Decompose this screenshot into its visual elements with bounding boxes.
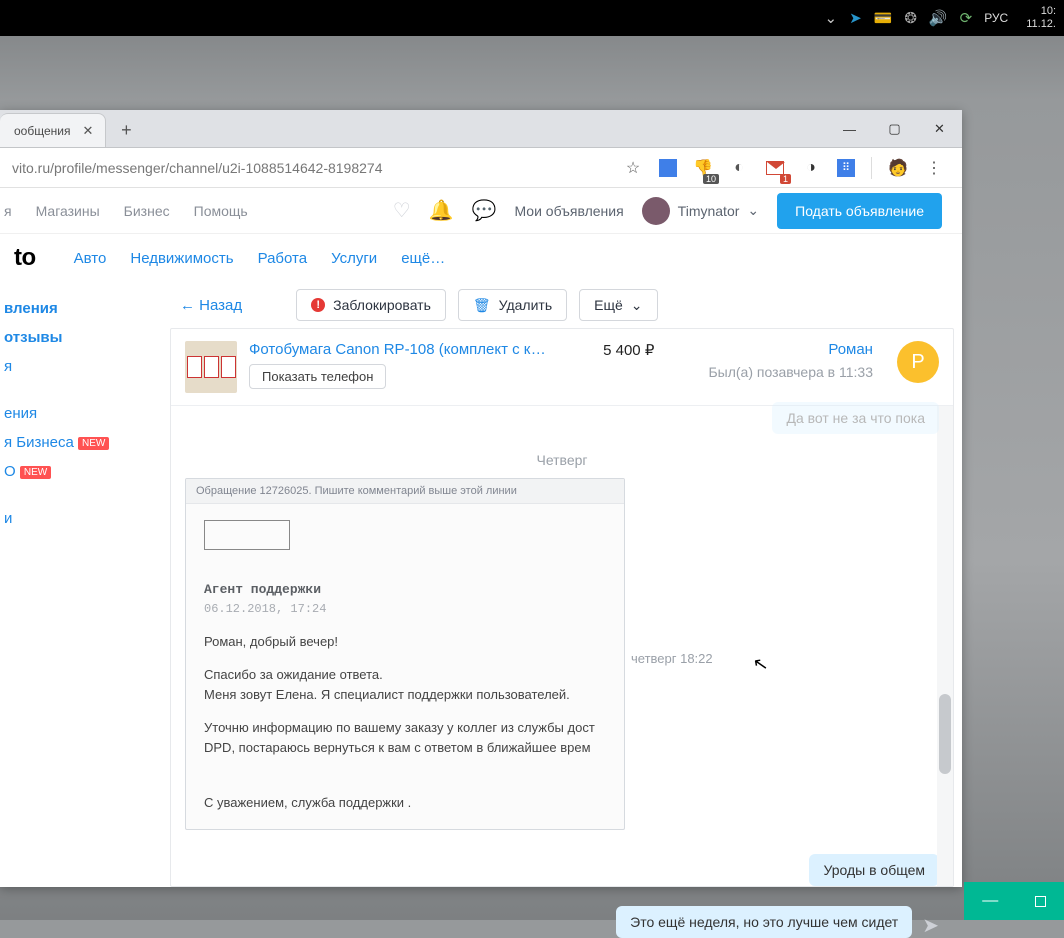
window-icon[interactable] (1035, 896, 1046, 907)
toolbar-icons: ☆ 👎10 ◐ 1 ◑ ⠿ 🧑 ⋮ (613, 157, 954, 179)
back-link[interactable]: ← Назад (180, 297, 242, 314)
product-thumbnail[interactable] (185, 341, 237, 393)
block-button[interactable]: !Заблокировать (296, 289, 446, 321)
heart-icon[interactable]: ♡ (393, 198, 411, 223)
sidebar-item[interactable]: вления (0, 294, 170, 323)
cat-auto[interactable]: Авто (74, 250, 107, 267)
new-tab-button[interactable]: + (112, 116, 140, 144)
email-banner: Обращение 12726025. Пишите комментарий в… (186, 479, 624, 504)
profile-sidebar: вления отзывы я ения я Бизнеса NEW O NEW… (0, 282, 170, 887)
user-menu[interactable]: Timynator ⌄ (642, 197, 759, 225)
nav-link[interactable]: Помощь (194, 203, 248, 219)
chevron-down-icon: ⌄ (747, 202, 759, 219)
card-icon[interactable]: 💳 (874, 9, 893, 27)
reader-ext-icon[interactable]: ◐ (729, 158, 749, 178)
telegram-icon[interactable]: ➤ (849, 9, 862, 27)
email-body: Агент поддержки 06.12.2018, 17:24 Роман,… (186, 504, 624, 829)
seller-info: Роман Был(а) позавчера в 11:33 (708, 341, 873, 380)
message-timestamp: четверг 18:22 (631, 651, 713, 666)
star-icon[interactable]: ☆ (623, 158, 643, 178)
delete-button[interactable]: 🗑Удалить (458, 289, 567, 321)
separator (871, 157, 872, 179)
tab-title: ообщения (14, 124, 70, 138)
browser-toolbar: vito.ru/profile/messenger/channel/u2i-10… (0, 148, 962, 188)
cat-more[interactable]: ещё… (401, 250, 445, 267)
message-bubble-out: Да вот не за что пока (772, 402, 939, 434)
sidebar-item[interactable]: и (0, 504, 170, 533)
maximize-button[interactable]: ▢ (872, 114, 917, 144)
show-phone-button[interactable]: Показать телефон (249, 364, 386, 389)
sound-icon[interactable]: 🔊 (929, 9, 948, 27)
sidebar-item-business[interactable]: я Бизнеса NEW (0, 428, 170, 457)
shield-ext-icon[interactable]: ◑ (801, 158, 821, 178)
seller-avatar[interactable]: Р (897, 341, 939, 383)
sidebar-item[interactable]: я (0, 352, 170, 381)
message-image[interactable]: Обращение 12726025. Пишите комментарий в… (185, 478, 625, 830)
system-taskbar: ⌄ ➤ 💳 ❂ 🔊 ⟳ РУС 10: 11.12. (0, 0, 1064, 36)
post-ad-button[interactable]: Подать объявление (777, 193, 942, 229)
seller-name[interactable]: Роман (708, 341, 873, 358)
message-bubble-out: Это ещё неделя, но это лучше чем сидет (616, 906, 912, 938)
nav-link[interactable]: я (4, 203, 12, 219)
cat-services[interactable]: Услуги (331, 250, 377, 267)
menu-icon[interactable]: ⋮ (924, 158, 944, 178)
site-top-nav: я Магазины Бизнес Помощь ♡ 🔔 💬 Мои объяв… (0, 188, 962, 234)
nav-link[interactable]: Магазины (36, 203, 100, 219)
bell-icon[interactable]: 🔔 (429, 198, 454, 223)
nav-link[interactable]: Бизнес (124, 203, 170, 219)
site-category-nav: to Авто Недвижимость Работа Услуги ещё… (0, 234, 962, 282)
sync-icon[interactable]: ⟳ (960, 9, 973, 27)
calendar-ext-icon[interactable] (659, 159, 677, 177)
chevron-down-icon: ⌄ (631, 297, 643, 314)
sidebar-item[interactable]: отзывы (0, 323, 170, 352)
close-button[interactable]: ✕ (917, 114, 962, 144)
secondary-taskbar[interactable]: — (964, 882, 1064, 920)
system-clock[interactable]: 10: 11.12. (1026, 5, 1056, 30)
chat-header: Фотобумага Canon RP-108 (комплект с карт… (171, 329, 953, 406)
day-separator: Четверг (185, 452, 939, 468)
broken-image-icon (204, 520, 290, 550)
message-bubble-out: Уроды в общем (809, 854, 939, 886)
dislike-ext-icon[interactable]: 👎10 (693, 158, 713, 178)
scrollbar[interactable] (937, 406, 953, 886)
window-controls: — ▢ ✕ (827, 110, 962, 148)
close-icon[interactable]: ✕ (82, 123, 93, 139)
browser-tab[interactable]: ообщения ✕ (0, 113, 106, 147)
browser-window: ообщения ✕ + — ▢ ✕ vito.ru/profile/messe… (0, 110, 962, 887)
cat-jobs[interactable]: Работа (258, 250, 308, 267)
avatar (642, 197, 670, 225)
seller-last-seen: Был(а) позавчера в 11:33 (708, 364, 873, 380)
more-button[interactable]: Ещё⌄ (579, 289, 657, 321)
gmail-ext-icon[interactable]: 1 (765, 158, 785, 178)
messenger-panel: ← Назад !Заблокировать 🗑Удалить Ещё⌄ Фот… (170, 282, 962, 887)
minimize-icon[interactable]: — (982, 892, 998, 910)
product-link[interactable]: Фотобумага Canon RP-108 (комплект с карт… (249, 341, 549, 358)
page-content: вления отзывы я ения я Бизнеса NEW O NEW… (0, 282, 962, 887)
steam-icon[interactable]: ❂ (904, 9, 917, 27)
chat-icon[interactable]: 💬 (472, 198, 497, 223)
sidebar-item-o[interactable]: O NEW (0, 457, 170, 486)
my-ads-link[interactable]: Мои объявления (514, 203, 623, 219)
address-bar[interactable]: vito.ru/profile/messenger/channel/u2i-10… (8, 160, 613, 176)
desktop-background: ⌄ ➤ 💳 ❂ 🔊 ⟳ РУС 10: 11.12. ообщения ✕ + … (0, 0, 1064, 920)
language-indicator[interactable]: РУС (984, 11, 1008, 25)
chat-body[interactable]: Да вот не за что пока Четверг Обращение … (171, 406, 953, 886)
sidebar-item[interactable]: ения (0, 399, 170, 428)
send-icon[interactable]: ➤ (922, 913, 939, 938)
chat-container: Фотобумага Canon RP-108 (комплект с карт… (170, 328, 954, 887)
minimize-button[interactable]: — (827, 114, 872, 144)
messenger-toolbar: ← Назад !Заблокировать 🗑Удалить Ещё⌄ (170, 282, 962, 328)
trash-icon: 🗑 (473, 297, 491, 314)
product-price: 5 400 ₽ (603, 341, 654, 359)
browser-tab-strip: ообщения ✕ + — ▢ ✕ (0, 110, 962, 148)
site-logo[interactable]: to (0, 244, 50, 272)
chevron-down-icon[interactable]: ⌄ (825, 9, 838, 27)
translate-ext-icon[interactable]: ⠿ (837, 159, 855, 177)
cat-realty[interactable]: Недвижимость (130, 250, 233, 267)
profile-icon[interactable]: 🧑 (888, 158, 908, 178)
